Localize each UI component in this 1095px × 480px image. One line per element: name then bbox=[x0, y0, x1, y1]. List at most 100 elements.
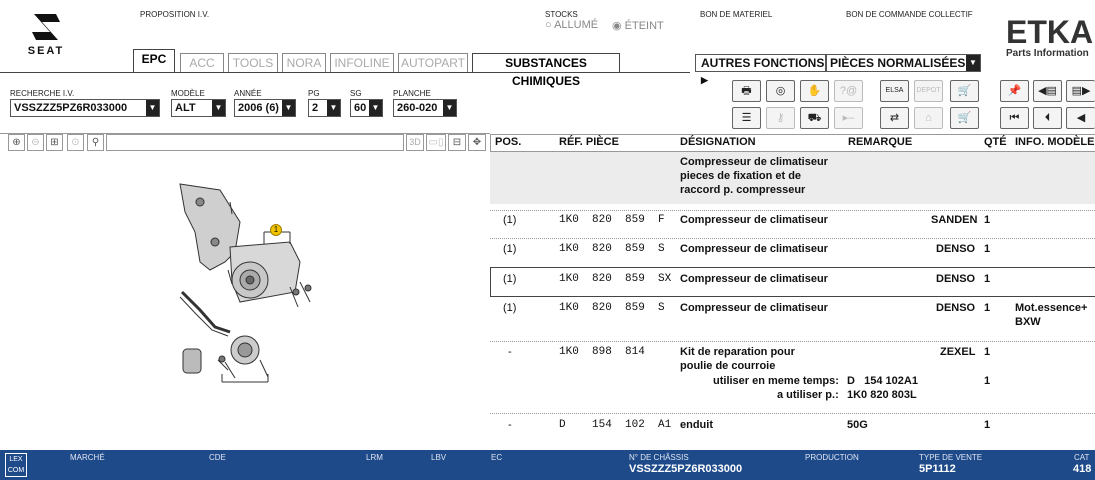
prev-book-button[interactable]: ◀▤ bbox=[1033, 80, 1062, 102]
key-icon: ⚷ bbox=[776, 112, 785, 124]
planche-select[interactable]: 260-020 ▼ bbox=[393, 99, 457, 117]
print-button[interactable]: 🖶 bbox=[732, 80, 761, 102]
next-book-button[interactable]: ▤▶ bbox=[1066, 80, 1095, 102]
table-row[interactable]: - D 154 102 A1 enduit 50G 1 bbox=[490, 419, 1095, 439]
pg-select[interactable]: 2 ▼ bbox=[308, 99, 341, 117]
seat-logo: SEAT bbox=[20, 12, 72, 57]
shop-button[interactable]: ⌂ bbox=[914, 107, 943, 129]
cart-list-icon: 🛒 bbox=[957, 112, 972, 124]
diagram-callout-1[interactable]: 1 bbox=[270, 224, 282, 236]
diagram-search-input[interactable] bbox=[106, 134, 404, 151]
header-ref[interactable]: RÉF. PIÈCE bbox=[559, 136, 619, 148]
table-row[interactable]: (1) 1K0 820 859 F Compresseur de climati… bbox=[490, 214, 1095, 238]
handshake-button[interactable]: ✋ bbox=[800, 80, 829, 102]
help-icon: ?@ bbox=[839, 85, 858, 97]
elsa-button[interactable]: ELSA bbox=[880, 80, 909, 102]
production-label: PRODUCTION bbox=[805, 453, 859, 462]
prev-button[interactable]: ⏴ bbox=[1033, 107, 1062, 129]
table-row[interactable]: (1) 1K0 820 859 S Compresseur de climati… bbox=[490, 302, 1095, 336]
tab-nora[interactable]: NORA bbox=[282, 53, 326, 72]
tab-autopart[interactable]: AUTOPART bbox=[398, 53, 468, 72]
compressor-diagram bbox=[179, 183, 312, 383]
stock-off-radio[interactable]: ◉ ÉTEINT bbox=[612, 19, 664, 32]
stock-on-radio[interactable]: ○ ALLUMÉ bbox=[545, 19, 598, 31]
tab-acc[interactable]: ACC bbox=[180, 53, 224, 72]
tab-infoline[interactable]: INFOLINE bbox=[330, 53, 394, 72]
table-title-line-3: raccord p. compresseur bbox=[680, 184, 806, 196]
table-row[interactable]: - 1K0 898 814 Kit de reparation pour pou… bbox=[490, 346, 1095, 410]
row-remarque: ZEXEL bbox=[940, 346, 976, 358]
zoom-area-button[interactable]: ⊞ bbox=[46, 134, 63, 151]
proposition-label: PROPOSITION I.V. bbox=[140, 10, 210, 19]
pin-button[interactable]: 📌 bbox=[1000, 80, 1029, 102]
first-icon: ⏮ bbox=[1009, 112, 1020, 124]
header-remarque[interactable]: REMARQUE bbox=[848, 136, 912, 148]
modele-select[interactable]: ALT ▼ bbox=[171, 99, 226, 117]
diagram-panel[interactable]: 1 bbox=[0, 152, 490, 450]
help-button[interactable]: ?@ bbox=[834, 80, 863, 102]
book-prev-icon: ◀▤ bbox=[1038, 85, 1057, 97]
sg-select[interactable]: 60 ▼ bbox=[350, 99, 383, 117]
arrow-button[interactable]: ▸– bbox=[834, 107, 863, 129]
table-row[interactable]: (1) 1K0 820 859 SX Compresseur de climat… bbox=[490, 273, 1095, 293]
cart-list-button[interactable]: 🛒 bbox=[950, 107, 979, 129]
zoom-out-icon: ⊖ bbox=[31, 137, 40, 148]
search-button[interactable]: ⚲ bbox=[87, 134, 104, 151]
depot-button[interactable]: DEPOT bbox=[914, 80, 943, 102]
compare-button[interactable]: ▭▯ bbox=[426, 134, 446, 151]
header-qte[interactable]: QTÉ bbox=[984, 136, 1007, 148]
row-qte: 1 bbox=[984, 302, 991, 314]
bon-collectif-link[interactable]: BON DE COMMANDE COLLECTIF bbox=[846, 10, 973, 19]
prev-icon: ⏴ bbox=[1044, 112, 1051, 124]
row-info-line-2: BXW bbox=[1015, 316, 1041, 328]
type-vente-value: 5P1112 bbox=[919, 463, 956, 475]
sg-label: SG bbox=[350, 89, 362, 98]
tab-epc[interactable]: EPC bbox=[133, 49, 175, 72]
autres-fonctions-button[interactable]: AUTRES FONCTIONS ▶ bbox=[695, 54, 826, 85]
table-row[interactable]: (1) 1K0 820 859 S Compresseur de climati… bbox=[490, 243, 1095, 267]
transfer-button[interactable]: ⇄ bbox=[880, 107, 909, 129]
handshake-icon: ✋ bbox=[807, 85, 822, 97]
tab-substances[interactable]: SUBSTANCES CHIMIQUES bbox=[472, 53, 620, 88]
row-remarque: DENSO bbox=[936, 273, 976, 285]
pieces-select[interactable]: PIÈCES NORMALISÉES ▼ bbox=[826, 54, 981, 72]
row-ref: 1K0 820 859 SX bbox=[559, 273, 672, 285]
stock-on-label: ALLUMÉ bbox=[554, 19, 599, 31]
annee-select[interactable]: 2006 (6) ▼ bbox=[234, 99, 296, 117]
expand-button[interactable]: ✥ bbox=[468, 134, 486, 151]
row-designation: Compresseur de climatiseur bbox=[680, 302, 828, 314]
bon-materiel-link[interactable]: BON DE MATERIEL bbox=[700, 10, 772, 19]
split-view-icon: ⊟ bbox=[452, 137, 462, 148]
split-view-button[interactable]: ⊟ bbox=[448, 134, 466, 151]
zoom-in-button[interactable]: ⊕ bbox=[8, 134, 25, 151]
header-designation[interactable]: DÉSIGNATION bbox=[680, 136, 756, 148]
disk-button[interactable]: ◎ bbox=[766, 80, 795, 102]
key-button[interactable]: ⚷ bbox=[766, 107, 795, 129]
elsa-icon: ELSA bbox=[885, 87, 904, 94]
zoom-fit-button[interactable]: ⊙ bbox=[67, 134, 84, 151]
first-button[interactable]: ⏮ bbox=[1000, 107, 1029, 129]
zoom-out-button[interactable]: ⊖ bbox=[27, 134, 44, 151]
cart-button[interactable]: 🛒 bbox=[950, 80, 979, 102]
zoom-area-icon: ⊞ bbox=[50, 137, 59, 148]
sg-value: 60 bbox=[354, 102, 367, 114]
cde-label: CDE bbox=[209, 453, 226, 462]
back-button[interactable]: ◀ bbox=[1066, 107, 1095, 129]
sub-use-for-value: 1K0 820 803L bbox=[847, 389, 917, 401]
type-vente-label: TYPE DE VENTE bbox=[919, 453, 983, 462]
table-title-line-1: Compresseur de climatiseur bbox=[680, 156, 828, 168]
row-designation: Compresseur de climatiseur bbox=[680, 273, 828, 285]
recherche-select[interactable]: VSSZZZ5PZ6R033000 ▼ bbox=[10, 99, 160, 117]
header-pos[interactable]: POS. bbox=[495, 136, 521, 148]
zoom-fit-icon: ⊙ bbox=[71, 137, 80, 148]
row-separator bbox=[490, 238, 1095, 239]
list-button[interactable]: ☰ bbox=[732, 107, 761, 129]
header-info[interactable]: INFO. MODÈLE bbox=[1015, 136, 1094, 148]
vehicle-button[interactable]: ⛟ bbox=[800, 107, 829, 129]
chassis-label: N° DE CHÂSSIS bbox=[629, 453, 689, 462]
vehicle-icon: ⛟ bbox=[807, 112, 822, 124]
tab-tools[interactable]: TOOLS bbox=[228, 53, 278, 72]
view-3d-button[interactable]: 3D bbox=[406, 134, 424, 151]
cat-value: 418 bbox=[1073, 463, 1092, 475]
status-bar: LEX COM MARCHÉ CDE LRM LBV EC N° DE CHÂS… bbox=[0, 450, 1095, 480]
